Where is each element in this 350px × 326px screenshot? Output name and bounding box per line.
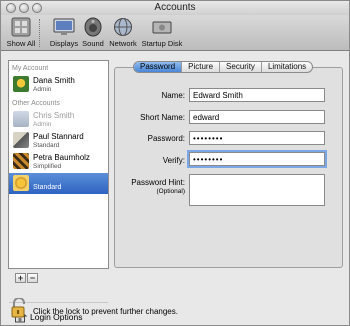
my-account-header: My Account bbox=[12, 65, 49, 72]
display-icon bbox=[53, 18, 75, 35]
displays-button[interactable]: Displays bbox=[49, 17, 79, 48]
displays-label: Displays bbox=[49, 39, 79, 48]
tab-picture[interactable]: Picture bbox=[181, 62, 219, 72]
startup-disk-label: Startup Disk bbox=[141, 39, 183, 48]
name-label: Name: bbox=[161, 91, 185, 100]
sound-label: Sound bbox=[82, 39, 104, 48]
show-all-label: Show All bbox=[6, 39, 36, 48]
show-all-button[interactable]: Show All bbox=[6, 17, 36, 48]
sound-button[interactable]: Sound bbox=[80, 17, 106, 48]
accounts-list: My Account Dana Smith Admin Other Accoun… bbox=[8, 60, 109, 323]
account-row-dana-smith[interactable]: Dana Smith Admin bbox=[9, 74, 108, 95]
network-label: Network bbox=[109, 39, 137, 48]
short-name-field[interactable]: edward bbox=[189, 110, 325, 124]
account-role: Standard bbox=[33, 142, 60, 149]
other-accounts-header: Other Accounts bbox=[12, 100, 60, 107]
name-field[interactable]: Edward Smith bbox=[189, 88, 325, 102]
account-row-chris-smith[interactable]: Chris Smith Admin bbox=[9, 109, 108, 130]
account-row-new-user[interactable]: Standard bbox=[9, 173, 108, 194]
network-globe-icon bbox=[114, 18, 132, 36]
preferences-toolbar: Show All Displays Sound Network Startup … bbox=[1, 15, 349, 51]
verify-field[interactable]: •••••••• bbox=[187, 150, 327, 168]
tab-bar: Password Picture Security Limitations bbox=[133, 61, 314, 73]
account-name: Dana Smith bbox=[33, 76, 75, 85]
account-role: Admin bbox=[33, 121, 52, 128]
lock-message: Click the lock to prevent further change… bbox=[33, 307, 178, 316]
password-field[interactable]: •••••••• bbox=[189, 131, 325, 145]
startup-disk-button[interactable]: Startup Disk bbox=[140, 17, 184, 48]
chess-avatar bbox=[13, 132, 29, 148]
account-name: Chris Smith bbox=[33, 111, 75, 120]
leopard-avatar bbox=[13, 153, 29, 169]
account-role: Simplified bbox=[33, 163, 62, 170]
apple-grid-icon bbox=[11, 17, 31, 37]
sunflower-avatar bbox=[13, 175, 29, 191]
sunflower-avatar bbox=[13, 76, 29, 92]
account-role: Standard bbox=[33, 184, 62, 191]
title-bar: Accounts bbox=[1, 1, 349, 15]
tab-limitations[interactable]: Limitations bbox=[260, 62, 312, 72]
window-title: Accounts bbox=[154, 2, 196, 13]
account-row-petra-baumholz[interactable]: Petra Baumholz Simplified bbox=[9, 151, 108, 172]
password-label: Password: bbox=[147, 134, 185, 143]
account-name: Paul Stannard bbox=[33, 132, 84, 141]
hard-disk-icon bbox=[152, 21, 172, 34]
account-name: Petra Baumholz bbox=[33, 153, 90, 162]
account-role: Admin bbox=[33, 86, 52, 93]
tab-password[interactable]: Password bbox=[134, 62, 182, 72]
lock-icon[interactable] bbox=[11, 298, 27, 318]
account-row-paul-stannard[interactable]: Paul Stannard Standard bbox=[9, 130, 108, 151]
short-name-label: Short Name: bbox=[140, 113, 185, 122]
password-hint-field[interactable] bbox=[189, 174, 325, 206]
tab-security[interactable]: Security bbox=[219, 62, 261, 72]
network-button[interactable]: Network bbox=[108, 17, 138, 48]
password-hint-label: Password Hint: bbox=[131, 178, 185, 187]
password-hint-optional-note: (Optional) bbox=[156, 188, 185, 195]
flower-avatar bbox=[13, 111, 29, 127]
add-account-button[interactable]: + bbox=[15, 273, 26, 283]
speaker-icon bbox=[84, 17, 102, 37]
verify-label: Verify: bbox=[162, 156, 185, 165]
remove-account-button[interactable]: − bbox=[27, 273, 38, 283]
toolbar-separator bbox=[39, 19, 40, 47]
accounts-window: Accounts Show All Displays Sound Network… bbox=[0, 0, 350, 326]
